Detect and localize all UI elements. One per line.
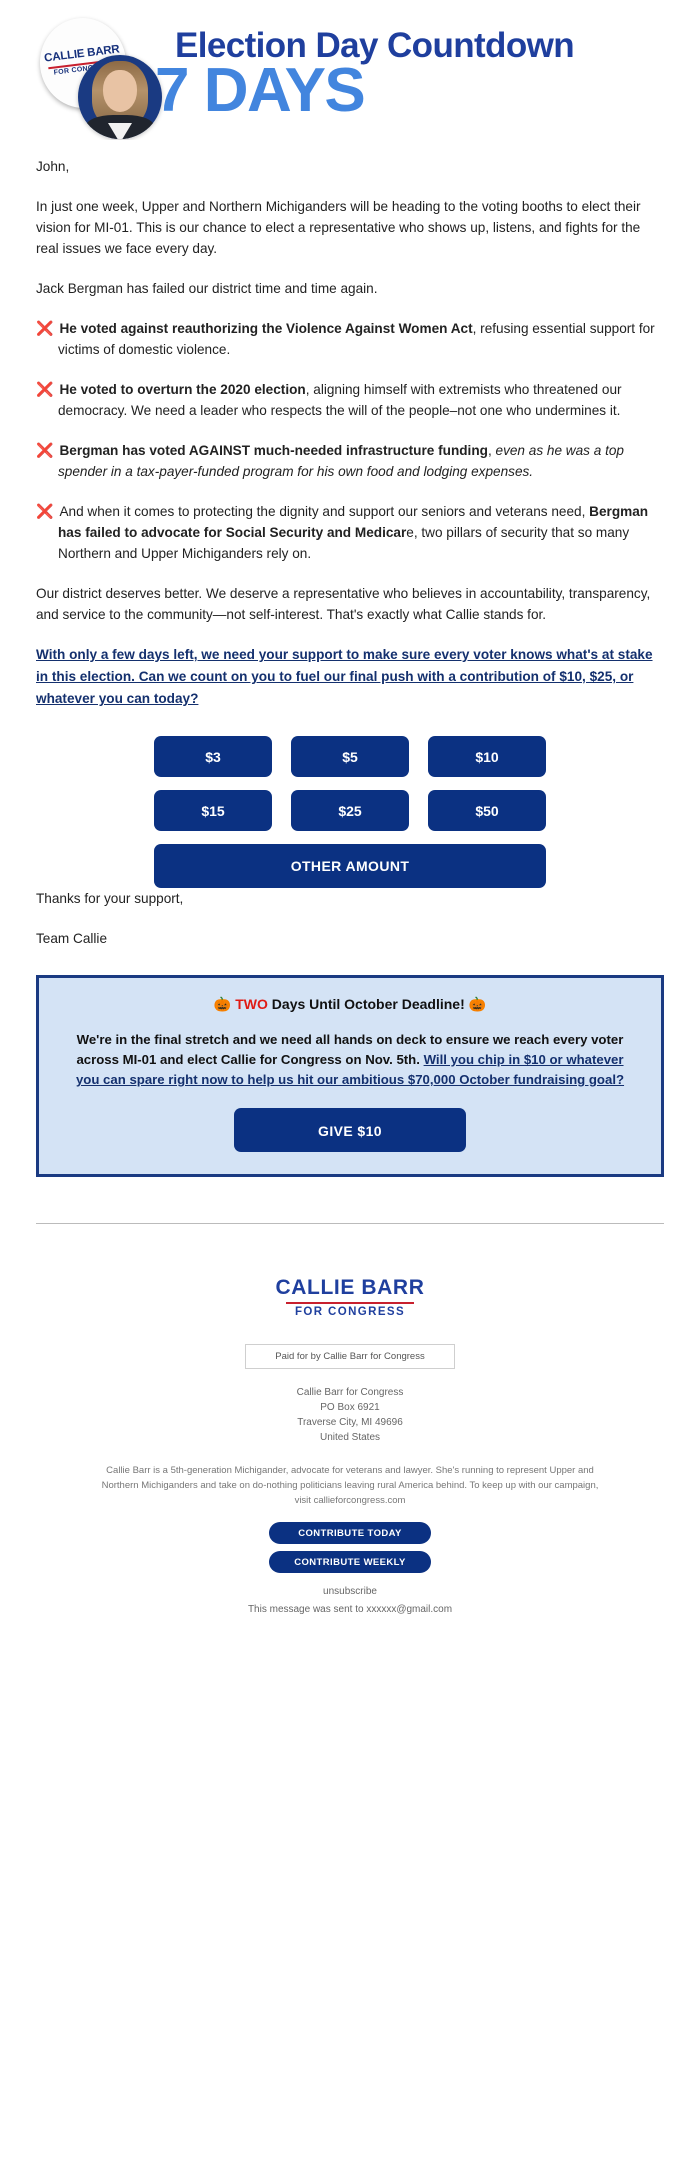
donate-amount-25[interactable]: $25 — [291, 790, 409, 831]
bullet-4-pre: And when it comes to protecting the dign… — [59, 504, 590, 519]
contribute-weekly-button[interactable]: CONTRIBUTE WEEKLY — [269, 1551, 431, 1573]
lead-paragraph: Jack Bergman has failed our district tim… — [36, 281, 378, 296]
donate-amount-10[interactable]: $10 — [428, 736, 546, 777]
deadline-highlight-box: 🎃 TWO Days Until October Deadline! 🎃 We'… — [36, 975, 664, 1177]
bullet-3-bold: Bergman has voted AGAINST much-needed in… — [59, 443, 488, 458]
cross-mark-icon: ❌ — [36, 442, 54, 458]
jack-o-lantern-icon-left: 🎃 — [213, 996, 232, 1012]
closing-paragraph: Our district deserves better. We deserve… — [36, 586, 651, 622]
donate-amount-50[interactable]: $50 — [428, 790, 546, 831]
cross-mark-icon: ❌ — [36, 381, 54, 397]
footer-button-group: CONTRIBUTE TODAY CONTRIBUTE WEEKLY — [36, 1522, 664, 1580]
footer-logo-name: CALLIE BARR — [275, 1276, 425, 1299]
address-line-2: PO Box 6921 — [320, 1402, 380, 1413]
email-header-banner: CALLIE BARR FOR CONGRESS Election Day Co… — [0, 0, 700, 140]
donate-other-amount-button[interactable]: OTHER AMOUNT — [154, 844, 546, 888]
header-countdown: 7 DAYS — [155, 56, 366, 125]
address-line-3: Traverse City, MI 49696 — [297, 1417, 403, 1428]
candidate-headshot-avatar — [78, 55, 162, 139]
footer-logo-rule — [286, 1302, 414, 1304]
footer-bio-disclaimer: Callie Barr is a 5th-generation Michigan… — [101, 1465, 599, 1506]
jack-o-lantern-icon-right: 🎃 — [468, 996, 487, 1012]
cross-mark-icon: ❌ — [36, 320, 54, 336]
contribute-today-button[interactable]: CONTRIBUTE TODAY — [269, 1522, 431, 1544]
bullet-3-rest: , — [487, 443, 496, 458]
footer-address: Callie Barr for Congress PO Box 6921 Tra… — [36, 1385, 664, 1445]
bullet-item-2: ❌ He voted to overturn the 2020 election,… — [36, 379, 664, 421]
bullet-item-1: ❌ He voted against reauthorizing the Viol… — [36, 318, 664, 360]
thanks-line: Thanks for your support, — [36, 891, 184, 906]
footer-logo-subtitle: FOR CONGRESS — [294, 1306, 406, 1318]
footer-logo: CALLIE BARR FOR CONGRESS — [36, 1276, 664, 1318]
footer-divider — [36, 1223, 664, 1224]
bullet-item-3: ❌ Bergman has voted AGAINST much-needed i… — [36, 440, 664, 482]
deadline-headline-rest: Days Until October Deadline! — [267, 996, 469, 1012]
bullet-item-4: ❌ And when it comes to protecting the dig… — [36, 501, 664, 564]
team-signature: Team Callie — [36, 931, 108, 946]
address-line-1: Callie Barr for Congress — [296, 1387, 404, 1398]
donation-row-2: $15 $25 $50 — [154, 790, 546, 831]
email-body: John, In just one week, Upper and Northe… — [0, 156, 700, 949]
address-line-4: United States — [319, 1432, 381, 1443]
donation-amount-grid: $3 $5 $10 $15 $25 $50 OTHER AMOUNT — [154, 736, 546, 888]
paid-for-disclosure: Paid for by Callie Barr for Congress — [245, 1344, 455, 1369]
donation-row-1: $3 $5 $10 — [154, 736, 546, 777]
deadline-body: We're in the final stretch and we need a… — [65, 1030, 635, 1090]
give-10-button[interactable]: GIVE $10 — [234, 1108, 466, 1152]
cross-mark-icon: ❌ — [36, 503, 54, 519]
donate-amount-3[interactable]: $3 — [154, 736, 272, 777]
unsubscribe-link[interactable]: unsubscribe — [36, 1586, 664, 1597]
email-footer: CALLIE BARR FOR CONGRESS Paid for by Cal… — [0, 1223, 700, 1633]
intro-paragraph: In just one week, Upper and Northern Mic… — [36, 199, 641, 256]
salutation: John, — [36, 159, 70, 174]
deadline-emphasis: TWO — [235, 996, 268, 1012]
deadline-headline: 🎃 TWO Days Until October Deadline! 🎃 — [65, 994, 635, 1014]
donate-amount-5[interactable]: $5 — [291, 736, 409, 777]
donation-cta-link[interactable]: With only a few days left, we need your … — [36, 644, 664, 710]
sent-to-line: This message was sent to xxxxxx@gmail.co… — [247, 1604, 453, 1615]
donate-amount-15[interactable]: $15 — [154, 790, 272, 831]
bullet-2-bold: He voted to overturn the 2020 election — [59, 382, 306, 397]
bullet-1-bold: He voted against reauthorizing the Viole… — [59, 321, 473, 336]
